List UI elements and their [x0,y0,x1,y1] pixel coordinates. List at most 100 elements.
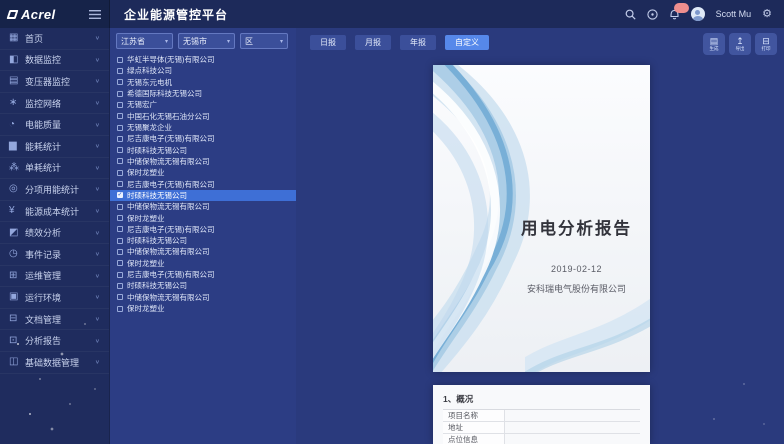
tab-monthly-report[interactable]: 月报 [355,35,391,50]
checkbox[interactable]: ✓ [117,238,123,244]
tree-item[interactable]: ✓尼吉康电子(无锡)有限公司 [110,269,296,280]
checkbox[interactable]: ✓ [117,181,123,187]
tree-item[interactable]: ✓华虹半导体(无锡)有限公司 [110,54,296,65]
checkbox[interactable]: ✓ [117,170,123,176]
ops-icon: ⊞ [9,271,25,281]
sidebar-item-base-data[interactable]: ◫基础数据管理∨ [0,352,109,374]
cost-icon: ¥ [9,206,25,216]
tree-item[interactable]: ✓中国石化无锡石油分公司 [110,111,296,122]
tab-daily-report[interactable]: 日报 [310,35,346,50]
sidebar-item-home[interactable]: ▦首页∨ [0,28,109,50]
chevron-down-icon: ∨ [95,57,100,63]
sidebar-item-runtime-env[interactable]: ▣运行环境∨ [0,287,109,309]
data-monitor-icon: ◧ [9,55,25,65]
hamburger-menu-icon[interactable] [89,10,101,19]
report-date: 2019-02-12 [505,264,648,274]
sidebar-item-power-quality[interactable]: ◔电能质量∨ [0,114,109,136]
sidebar-item-event-record[interactable]: ◷事件记录∨ [0,244,109,266]
tree-item[interactable]: ✓尼吉康电子(无锡)有限公司 [110,133,296,144]
tree-item[interactable]: ✓中储保物流无锡有限公司 [110,201,296,212]
tree-item[interactable]: ✓无锡宏广 [110,99,296,110]
tree-item[interactable]: ✓尼吉康电子(无锡)有限公司 [110,178,296,189]
sidebar-item-data-monitor[interactable]: ◧数据监控∨ [0,50,109,72]
checkbox[interactable]: ✓ [117,136,123,142]
checkbox[interactable]: ✓ [117,158,123,164]
help-icon[interactable] [647,9,658,20]
notification-badge [674,3,689,13]
tree-item[interactable]: ✓中储保物流无锡有限公司 [110,246,296,257]
tree-item[interactable]: ✓保时龙塑业 [110,303,296,314]
chevron-down-icon: ∨ [95,337,100,343]
tree-item[interactable]: ✓绿点科技公司 [110,65,296,76]
home-icon: ▦ [9,33,25,43]
sidebar-item-doc-management[interactable]: ⊟文档管理∨ [0,309,109,331]
checkbox[interactable]: ✓ [117,91,123,97]
environment-icon: ▣ [9,292,25,302]
checkbox[interactable]: ✓ [117,215,123,221]
tree-item[interactable]: ✓中储保物流无锡有限公司 [110,292,296,303]
sidebar-item-analysis-report[interactable]: ⊡分析报告∨ [0,330,109,352]
avatar[interactable] [691,7,705,21]
sidebar-item-monitor-network[interactable]: ∗监控网络∨ [0,93,109,115]
tree-item-selected[interactable]: ✓时硕科技无锡公司 [110,190,296,201]
tree-item[interactable]: ✓保时龙塑业 [110,212,296,223]
acrel-logo-text: Acrel [21,7,56,22]
checkbox[interactable]: ✓ [117,147,123,153]
sidebar-item-energy-stat[interactable]: ▆能耗统计∨ [0,136,109,158]
district-select[interactable]: 区▾ [240,33,288,49]
search-icon[interactable] [625,9,636,20]
sidebar-item-performance[interactable]: ◩绩效分析∨ [0,222,109,244]
chevron-down-icon: ▾ [227,38,230,45]
transformer-icon: ▤ [9,76,25,86]
chevron-down-icon: ∨ [95,229,100,235]
table-row: 点位信息 [443,434,640,444]
tab-custom-report[interactable]: 自定义 [445,35,489,50]
chevron-down-icon: ∨ [95,294,100,300]
tree-item[interactable]: ✓时硕科技无锡公司 [110,235,296,246]
checkbox-checked[interactable]: ✓ [117,192,123,198]
sidebar-item-transformer-monitor[interactable]: ▤变压器监控∨ [0,71,109,93]
unit-stat-icon: ⁂ [9,163,25,173]
checkbox[interactable]: ✓ [117,125,123,131]
chevron-down-icon: ▾ [165,38,168,45]
checkbox[interactable]: ✓ [117,272,123,278]
city-select[interactable]: 无锡市▾ [178,33,235,49]
sidebar-item-ops-management[interactable]: ⊞运维管理∨ [0,266,109,288]
tree-item[interactable]: ✓无锡东元电机 [110,77,296,88]
chevron-down-icon: ∨ [95,35,100,41]
tree-item[interactable]: ✓希德国际科技无锡公司 [110,88,296,99]
checkbox[interactable]: ✓ [117,294,123,300]
checkbox[interactable]: ✓ [117,68,123,74]
tree-item[interactable]: ✓尼吉康电子(无锡)有限公司 [110,224,296,235]
checkbox[interactable]: ✓ [117,113,123,119]
checkbox[interactable]: ✓ [117,102,123,108]
sidebar-item-subitem-energy[interactable]: ◎分项用能统计∨ [0,179,109,201]
checkbox[interactable]: ✓ [117,260,123,266]
user-menu[interactable]: Scott Mu [716,9,752,19]
chevron-down-icon: ∨ [95,316,100,322]
print-button[interactable]: ⊟打印 [755,33,777,55]
tree-item[interactable]: ✓中储保物流无锡有限公司 [110,156,296,167]
tree-item[interactable]: ✓保时龙塑业 [110,167,296,178]
province-select[interactable]: 江苏省▾ [116,33,173,49]
settings-gear-icon[interactable]: ⚙ [762,9,772,20]
notification-bell-icon[interactable] [669,8,680,20]
sidebar-item-unit-consumption[interactable]: ⁂单耗统计∨ [0,158,109,180]
checkbox[interactable]: ✓ [117,249,123,255]
report-actions: ▤生成 ↥导出 ⊟打印 [703,33,777,55]
tree-item[interactable]: ✓保时龙塑业 [110,258,296,269]
checkbox[interactable]: ✓ [117,204,123,210]
tree-item[interactable]: ✓时硕科技无锡公司 [110,280,296,291]
tree-item[interactable]: ✓无锡聚龙企业 [110,122,296,133]
sidebar-item-energy-cost[interactable]: ¥能源成本统计∨ [0,201,109,223]
checkbox[interactable]: ✓ [117,57,123,63]
checkbox[interactable]: ✓ [117,226,123,232]
tab-yearly-report[interactable]: 年报 [400,35,436,50]
checkbox[interactable]: ✓ [117,283,123,289]
export-button[interactable]: ↥导出 [729,33,751,55]
acrel-logo-icon [7,10,19,19]
checkbox[interactable]: ✓ [117,306,123,312]
generate-button[interactable]: ▤生成 [703,33,725,55]
tree-item[interactable]: ✓时硕科技无锡公司 [110,145,296,156]
checkbox[interactable]: ✓ [117,79,123,85]
